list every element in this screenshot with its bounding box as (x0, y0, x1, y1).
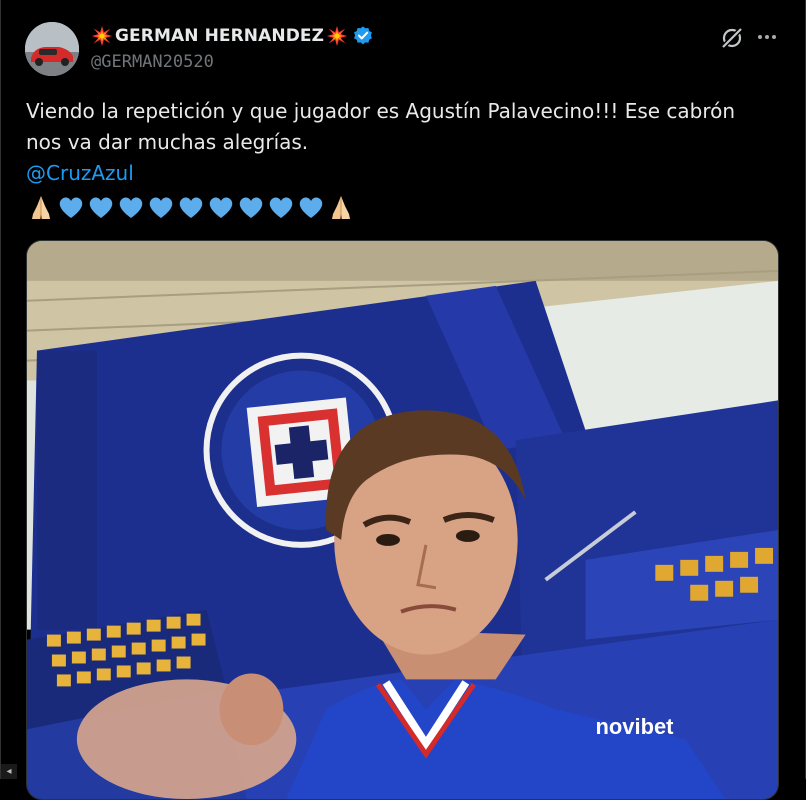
blue-heart-icon (299, 197, 323, 218)
author-display-name[interactable]: GERMAN HERNANDEZ (115, 26, 324, 46)
blue-heart-icon (239, 197, 263, 218)
verified-badge-icon[interactable] (352, 25, 374, 47)
author-handle[interactable]: @GERMAN20520 (91, 52, 214, 72)
more-options-icon[interactable] (753, 25, 781, 49)
folded-hands-icon (32, 196, 50, 219)
collision-icon (91, 25, 113, 47)
blue-heart-icon (119, 197, 143, 218)
blue-heart-icon (269, 197, 293, 218)
tweet-text-line: nos va dar muchas alegrías. (26, 130, 309, 154)
jersey-sponsor: novibet (595, 714, 674, 739)
car-avatar-image (25, 22, 79, 76)
blue-heart-icon (149, 197, 173, 218)
corner-marker: ◂ (1, 764, 17, 779)
collision-icon (326, 25, 348, 47)
stadium-selfie-photo: novibet (27, 241, 778, 799)
blue-heart-icon (59, 197, 83, 218)
tweet-card[interactable]: GERMAN HERNANDEZ @GERMAN20520 Viendo la … (0, 0, 806, 800)
emoji-row (26, 192, 356, 222)
avatar[interactable] (25, 22, 79, 76)
blue-heart-icon (179, 197, 203, 218)
tweet-text: Viendo la repetición y que jugador es Ag… (26, 96, 786, 189)
grok-icon[interactable] (719, 25, 745, 51)
mention-link[interactable]: @CruzAzul (26, 158, 786, 189)
tweet-photo[interactable]: novibet (26, 240, 779, 800)
blue-heart-icon (209, 197, 233, 218)
blue-heart-icon (89, 197, 113, 218)
tweet-text-line: Viendo la repetición y que jugador es Ag… (26, 99, 736, 123)
author-name-row[interactable]: GERMAN HERNANDEZ (91, 24, 374, 48)
folded-hands-icon (332, 196, 350, 219)
